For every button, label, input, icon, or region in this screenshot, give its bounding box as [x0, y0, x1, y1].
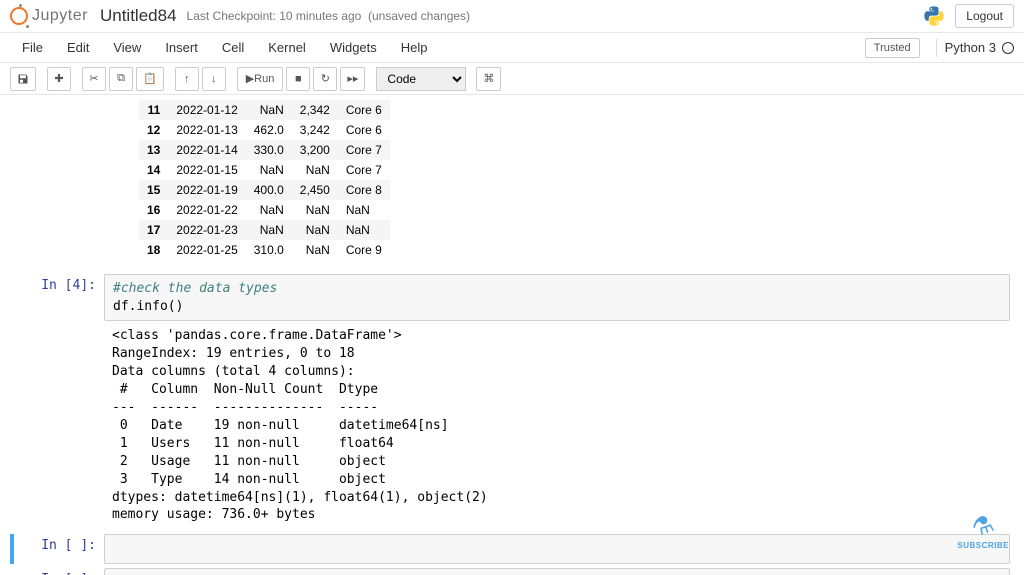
empty-cell-1-input[interactable]	[104, 534, 1010, 564]
restart-button[interactable]: ↻	[313, 67, 337, 91]
toolbar: ✚ ✂ ⧉ 📋 ↑ ↓ ▶ Run ■ ↻ ▸▸ Code ⌘	[0, 63, 1024, 95]
cut-button[interactable]: ✂	[82, 67, 106, 91]
menu-kernel[interactable]: Kernel	[256, 40, 318, 55]
dna-icon: ⚗	[968, 509, 998, 544]
python-icon	[923, 5, 945, 27]
run-button[interactable]: ▶ Run	[237, 67, 284, 91]
cell-4[interactable]: In [4]: #check the data types df.info() …	[14, 274, 1010, 530]
notebook-area: 112022-01-12NaN2,342Core 6122022-01-1346…	[0, 95, 1024, 575]
empty-cell-2-input[interactable]	[104, 568, 1010, 575]
logout-button[interactable]: Logout	[955, 4, 1014, 28]
menu-file[interactable]: File	[10, 40, 55, 55]
kernel-indicator[interactable]: Python 3	[945, 40, 1014, 55]
jupyter-icon	[10, 7, 28, 25]
save-button[interactable]	[10, 67, 36, 91]
paste-button[interactable]: 📋	[136, 67, 164, 91]
cell-4-prompt: In [4]:	[14, 274, 104, 530]
empty-cell-1-prompt: In [ ]:	[14, 534, 104, 564]
table-row: 122022-01-13462.03,242Core 6	[139, 120, 390, 140]
menu-widgets[interactable]: Widgets	[318, 40, 389, 55]
header: Jupyter Untitled84 Last Checkpoint: 10 m…	[0, 0, 1024, 33]
table-row: 142022-01-15NaNNaNCore 7	[139, 160, 390, 180]
kernel-status-icon	[1002, 42, 1014, 54]
cell-4-input[interactable]: #check the data types df.info()	[104, 274, 1010, 321]
menu-cell[interactable]: Cell	[210, 40, 256, 55]
menu-insert[interactable]: Insert	[153, 40, 210, 55]
empty-cell-1[interactable]: In [ ]:	[10, 534, 1010, 564]
table-row: 152022-01-19400.02,450Core 8	[139, 180, 390, 200]
empty-cell-2[interactable]: In [ ]:	[14, 568, 1010, 575]
menu-help[interactable]: Help	[389, 40, 440, 55]
jupyter-logo[interactable]: Jupyter	[10, 7, 88, 25]
menubar: File Edit View Insert Cell Kernel Widget…	[0, 33, 1024, 63]
empty-cell-2-prompt: In [ ]:	[14, 568, 104, 575]
trusted-badge[interactable]: Trusted	[865, 38, 920, 58]
move-down-button[interactable]: ↓	[202, 67, 226, 91]
restart-run-all-button[interactable]: ▸▸	[340, 67, 365, 91]
table-row: 172022-01-23NaNNaNNaN	[139, 220, 390, 240]
subscribe-badge[interactable]: ⚗ SUBSCRIBE	[957, 512, 1009, 550]
data-table: 112022-01-12NaN2,342Core 6122022-01-1346…	[139, 100, 390, 260]
table-row: 162022-01-22NaNNaNNaN	[139, 200, 390, 220]
cell-4-output: <class 'pandas.core.frame.DataFrame'> Ra…	[104, 321, 1010, 530]
menu-edit[interactable]: Edit	[55, 40, 101, 55]
table-row: 112022-01-12NaN2,342Core 6	[139, 100, 390, 120]
move-up-button[interactable]: ↑	[175, 67, 199, 91]
copy-button[interactable]: ⧉	[109, 67, 133, 91]
subscribe-label: SUBSCRIBE	[957, 541, 1009, 550]
notebook-title[interactable]: Untitled84	[100, 6, 177, 26]
menu-view[interactable]: View	[101, 40, 153, 55]
stop-button[interactable]: ■	[286, 67, 310, 91]
command-palette-button[interactable]: ⌘	[476, 67, 501, 91]
table-row: 182022-01-25310.0NaNCore 9	[139, 240, 390, 260]
checkpoint-text: Last Checkpoint: 10 minutes ago (unsaved…	[187, 9, 471, 23]
celltype-select[interactable]: Code	[376, 67, 466, 91]
table-row: 132022-01-14330.03,200Core 7	[139, 140, 390, 160]
logo-text: Jupyter	[32, 7, 88, 25]
add-cell-button[interactable]: ✚	[47, 67, 71, 91]
